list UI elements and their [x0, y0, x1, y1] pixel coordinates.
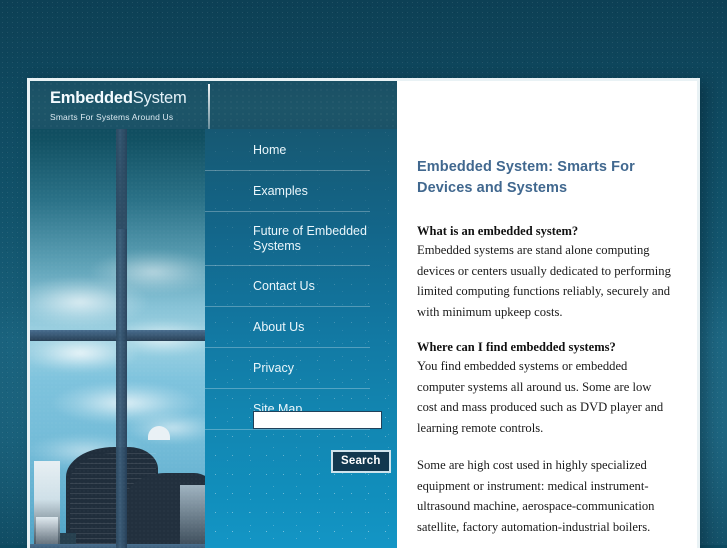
brand-name-bold: Embedded — [50, 89, 133, 107]
paragraph-high-cost: Some are high cost used in highly specia… — [417, 455, 671, 537]
section-heading-what-is: What is an embedded system? — [417, 223, 671, 240]
header-divider — [208, 84, 210, 129]
section-text-what-is: Embedded systems are stand alone computi… — [417, 240, 671, 322]
nav-item-home[interactable]: Home — [205, 129, 370, 171]
section-heading-where-find: Where can I find embedded systems? — [417, 339, 671, 356]
hero-photo-column — [30, 81, 205, 548]
site-container: EmbeddedSystem Smarts For Systems Around… — [27, 78, 700, 548]
window-cityscape-photo — [30, 81, 205, 548]
sidebar-search: Search — [205, 411, 397, 473]
brand-title: EmbeddedSystem — [50, 90, 187, 107]
brand-tagline: Smarts For Systems Around Us — [50, 113, 187, 122]
section-text-where-find: You find embedded systems or embedded co… — [417, 356, 671, 438]
main-content: Embedded System: Smarts For Devices and … — [397, 81, 697, 548]
page-title: Embedded System: Smarts For Devices and … — [417, 157, 671, 199]
nav-item-contact-us[interactable]: Contact Us — [205, 266, 370, 307]
brand-name-light: System — [133, 89, 187, 107]
nav-item-examples[interactable]: Examples — [205, 171, 370, 212]
nav-item-about-us[interactable]: About Us — [205, 307, 370, 348]
site-logo[interactable]: EmbeddedSystem Smarts For Systems Around… — [50, 90, 187, 121]
photo-grain — [30, 81, 205, 548]
main-navigation: Home Examples Future of Embedded Systems… — [205, 129, 397, 430]
nav-item-future-of-embedded-systems[interactable]: Future of Embedded Systems — [205, 212, 370, 266]
search-input[interactable] — [253, 411, 382, 429]
search-button[interactable]: Search — [331, 450, 391, 473]
nav-item-privacy[interactable]: Privacy — [205, 348, 370, 389]
